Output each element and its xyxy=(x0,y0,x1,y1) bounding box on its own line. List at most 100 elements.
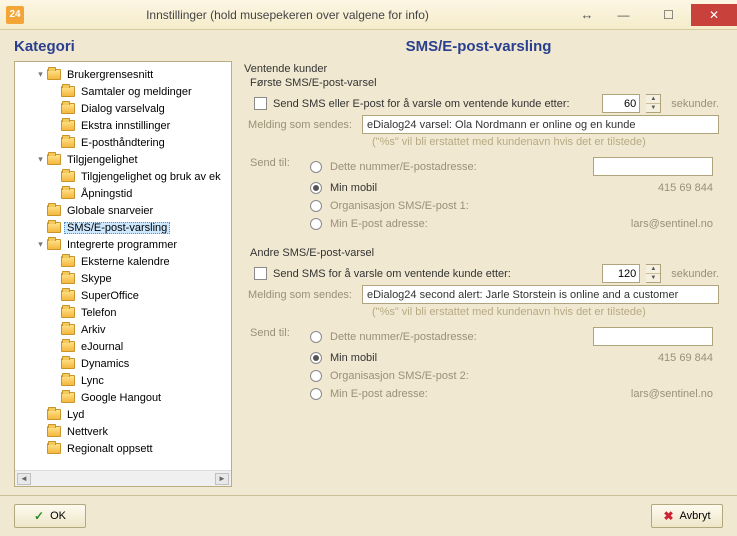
first-number-input[interactable] xyxy=(593,157,713,176)
tree-item[interactable]: Google Hangout xyxy=(17,389,229,406)
tree-item-label: Samtaler og meldinger xyxy=(78,86,195,98)
folder-icon xyxy=(47,409,61,420)
tree-item-label: Arkiv xyxy=(78,324,108,336)
first-alert-seconds-spinner[interactable]: ▲▼ xyxy=(646,94,661,113)
first-radio-email[interactable] xyxy=(310,218,322,230)
first-msg-label: Melding som sendes: xyxy=(244,119,356,131)
tree-expander-icon[interactable]: ▾ xyxy=(35,69,46,80)
first-alert-checkbox-label: Send SMS eller E-post for å varsle om ve… xyxy=(273,98,570,110)
ok-button[interactable]: ✓ OK xyxy=(14,504,86,528)
close-button[interactable]: ✕ xyxy=(691,4,737,26)
second-alert-checkbox-label: Send SMS for å varsle om ventende kunde … xyxy=(273,268,511,280)
tree-h-scrollbar[interactable]: ◄ ► xyxy=(15,470,231,486)
second-msg-label: Melding som sendes: xyxy=(244,289,356,301)
tree-item-label: Dynamics xyxy=(78,358,132,370)
first-radio-number[interactable] xyxy=(310,161,322,173)
tree-expander-icon[interactable]: ▾ xyxy=(35,154,46,165)
first-alert-seconds-unit: sekunder. xyxy=(671,98,719,110)
tree-item[interactable]: Telefon xyxy=(17,304,229,321)
minimize-button[interactable]: — xyxy=(601,4,646,26)
move-icon[interactable]: ↔ xyxy=(573,7,601,22)
tree-item-label: Globale snarveier xyxy=(64,205,156,217)
second-msg-input[interactable] xyxy=(362,285,719,304)
tree-item-label: Regionalt oppsett xyxy=(64,443,156,455)
folder-icon xyxy=(61,307,75,318)
folder-icon xyxy=(61,86,75,97)
second-alert-seconds-input[interactable] xyxy=(602,264,640,283)
tree-item[interactable]: Nettverk xyxy=(17,423,229,440)
scroll-left-icon[interactable]: ◄ xyxy=(17,473,31,485)
tree-item[interactable]: Dialog varselvalg xyxy=(17,100,229,117)
second-alert-heading: Andre SMS/E-post-varsel xyxy=(250,247,719,259)
first-alert-seconds-input[interactable] xyxy=(602,94,640,113)
tree-item[interactable]: Arkiv xyxy=(17,321,229,338)
tree-item-label: eJournal xyxy=(78,341,126,353)
maximize-button[interactable]: ☐ xyxy=(646,4,691,26)
folder-icon xyxy=(61,273,75,284)
second-email-value: lars@sentinel.no xyxy=(631,388,719,400)
folder-icon xyxy=(61,120,75,131)
tree-item-label: Google Hangout xyxy=(78,392,164,404)
tree-item-label: SuperOffice xyxy=(78,290,142,302)
cancel-icon: ✖ xyxy=(663,509,673,523)
tree-item[interactable]: eJournal xyxy=(17,338,229,355)
tree-item[interactable]: Samtaler og meldinger xyxy=(17,83,229,100)
category-heading: Kategori xyxy=(14,38,234,55)
tree-item[interactable]: Lyd xyxy=(17,406,229,423)
tree-item[interactable]: E-posthåndtering xyxy=(17,134,229,151)
folder-icon xyxy=(47,205,61,216)
second-radio-org[interactable] xyxy=(310,370,322,382)
tree-item[interactable]: Ekstra innstillinger xyxy=(17,117,229,134)
first-radio-org-label: Organisasjon SMS/E-post 1: xyxy=(330,200,469,212)
tree-item[interactable]: Dynamics xyxy=(17,355,229,372)
window-buttons: — ☐ ✕ xyxy=(601,4,737,26)
tree-item-label: E-posthåndtering xyxy=(78,137,168,149)
folder-icon xyxy=(61,290,75,301)
tree-item[interactable]: SuperOffice xyxy=(17,287,229,304)
tree-item[interactable]: Tilgjengelighet og bruk av ek xyxy=(17,168,229,185)
tree-expander-icon[interactable]: ▾ xyxy=(35,239,46,250)
tree-item[interactable]: ▾ Brukergrensesnitt xyxy=(17,66,229,83)
folder-icon xyxy=(47,222,61,233)
first-alert-checkbox[interactable] xyxy=(254,97,267,110)
folder-icon xyxy=(61,324,75,335)
first-email-value: lars@sentinel.no xyxy=(631,218,719,230)
second-alert-seconds-spinner[interactable]: ▲▼ xyxy=(646,264,661,283)
tree-item[interactable]: Regionalt oppsett xyxy=(17,440,229,457)
second-radio-number[interactable] xyxy=(310,331,322,343)
first-radio-mymobile[interactable] xyxy=(310,182,322,194)
first-msg-hint: ("%s" vil bli erstattet med kundenavn hv… xyxy=(372,135,719,154)
scroll-right-icon[interactable]: ► xyxy=(215,473,229,485)
first-radio-org[interactable] xyxy=(310,200,322,212)
tree-item-label: Tilgjengelighet og bruk av ek xyxy=(78,171,224,183)
tree-item[interactable]: ▾Tilgjengelighet xyxy=(17,151,229,168)
tree-item[interactable]: ▾Integrerte programmer xyxy=(17,236,229,253)
tree-item-label: Brukergrensesnitt xyxy=(64,69,156,81)
second-radio-email-label: Min E-post adresse: xyxy=(330,388,428,400)
folder-icon xyxy=(61,103,75,114)
tree-item[interactable]: Lync xyxy=(17,372,229,389)
tree-item-label: Telefon xyxy=(78,307,119,319)
settings-panel: Ventende kunder Første SMS/E-post-varsel… xyxy=(240,61,723,487)
tree-item-label: Eksterne kalendre xyxy=(78,256,173,268)
tree-item-label: Lync xyxy=(78,375,107,387)
heading-row: Kategori SMS/E-post-varsling xyxy=(0,30,737,61)
second-alert-checkbox[interactable] xyxy=(254,267,267,280)
second-radio-org-label: Organisasjon SMS/E-post 2: xyxy=(330,370,469,382)
second-radio-mymobile[interactable] xyxy=(310,352,322,364)
first-radio-email-label: Min E-post adresse: xyxy=(330,218,428,230)
first-msg-input[interactable] xyxy=(362,115,719,134)
tree-list[interactable]: ▾ Brukergrensesnitt Samtaler og meldinger D… xyxy=(15,62,231,470)
second-number-input[interactable] xyxy=(593,327,713,346)
tree-item[interactable]: Åpningstid xyxy=(17,185,229,202)
tree-item-label: Dialog varselvalg xyxy=(78,103,168,115)
folder-icon xyxy=(47,426,61,437)
tree-item[interactable]: Globale snarveier xyxy=(17,202,229,219)
titlebar: 24 Innstillinger (hold musepekeren over … xyxy=(0,0,737,30)
tree-item[interactable]: SMS/E-post-varsling xyxy=(17,219,229,236)
second-radio-email[interactable] xyxy=(310,388,322,400)
first-radio-number-label: Dette nummer/E-postadresse: xyxy=(330,161,477,173)
cancel-button[interactable]: ✖ Avbryt xyxy=(651,504,723,528)
tree-item[interactable]: Skype xyxy=(17,270,229,287)
tree-item[interactable]: Eksterne kalendre xyxy=(17,253,229,270)
